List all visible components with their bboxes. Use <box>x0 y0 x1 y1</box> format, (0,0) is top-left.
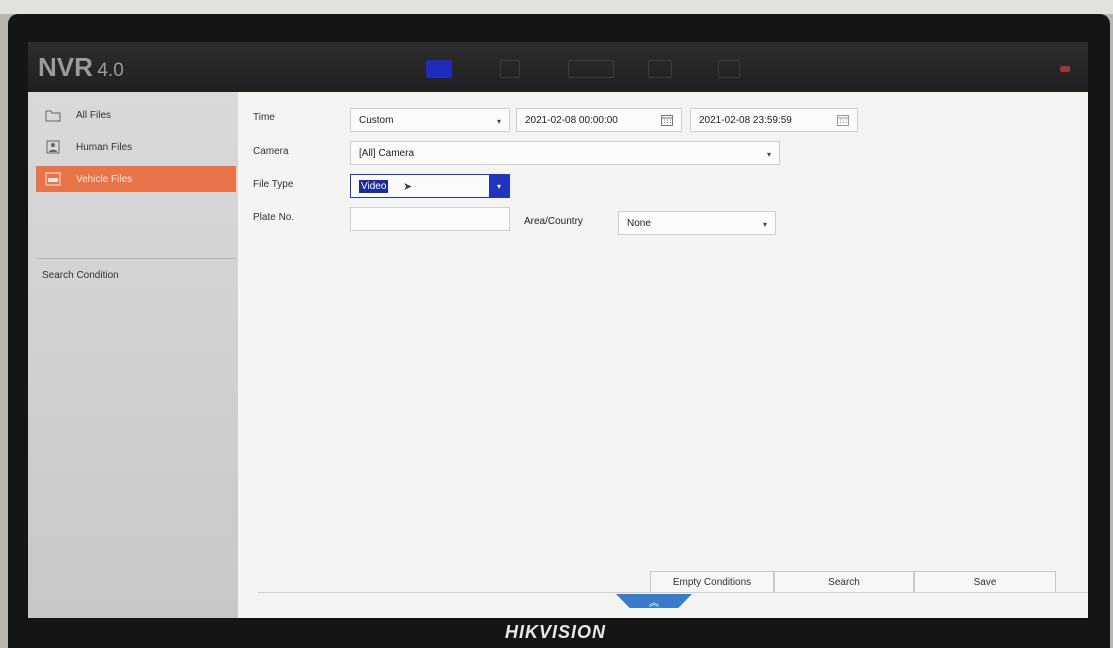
area-country-value: None <box>627 217 651 229</box>
sidebar-item-all-files[interactable]: All Files <box>36 102 236 128</box>
area-country-select[interactable]: None ▾ <box>618 211 776 235</box>
camera-select[interactable]: [All] Camera ▾ <box>350 141 780 165</box>
camera-value: [All] Camera <box>359 147 415 159</box>
save-button[interactable]: Save <box>914 571 1056 593</box>
sidebar-divider <box>36 258 236 259</box>
playback-icon[interactable] <box>500 60 520 78</box>
calendar-icon[interactable] <box>837 114 849 129</box>
plate-no-label: Plate No. <box>253 212 295 223</box>
plate-no-input[interactable] <box>350 207 510 231</box>
mouse-cursor-icon: ➤ <box>403 181 413 193</box>
vehicle-icon <box>44 172 62 186</box>
chevron-down-icon: ▾ <box>496 117 501 126</box>
wall-background <box>0 0 1113 14</box>
camera-label: Camera <box>253 146 289 157</box>
exit-icon[interactable] <box>1060 66 1070 72</box>
time-mode-select[interactable]: Custom ▾ <box>350 108 510 132</box>
sidebar-item-label: All Files <box>76 109 112 121</box>
start-time-value: 2021-02-08 00:00:00 <box>525 114 618 126</box>
collapse-panel-button[interactable]: ︽ <box>616 594 692 608</box>
chevron-down-icon: ▾ <box>762 220 767 229</box>
monitor-brand: HIKVISION <box>505 622 607 642</box>
chevron-up-icon: ︽ <box>649 597 659 609</box>
live-view-icon[interactable] <box>426 60 452 78</box>
file-type-value: Video <box>359 179 389 193</box>
file-type-select[interactable]: Video ➤ ▾ <box>350 174 510 198</box>
end-time-field[interactable]: 2021-02-08 23:59:59 <box>690 108 858 132</box>
config-icon[interactable] <box>718 60 740 78</box>
end-time-value: 2021-02-08 23:59:59 <box>699 114 792 126</box>
nvr-logo: NVR 4.0 <box>38 52 124 83</box>
calendar-icon[interactable] <box>661 114 673 129</box>
search-button[interactable]: Search <box>774 571 914 593</box>
bottom-divider <box>258 592 1088 593</box>
time-mode-value: Custom <box>359 114 394 126</box>
sidebar-item-human-files[interactable]: Human Files <box>36 134 236 160</box>
chevron-down-icon: ▾ <box>766 150 771 159</box>
top-bar: NVR 4.0 <box>28 42 1088 92</box>
file-type-label: File Type <box>253 179 294 190</box>
sidebar: All Files Human Files Vehicle Files Sear… <box>28 92 238 618</box>
person-icon <box>44 140 62 154</box>
empty-conditions-button[interactable]: Empty Conditions <box>650 571 774 593</box>
time-label: Time <box>253 112 275 123</box>
sidebar-item-label: Human Files <box>76 141 133 153</box>
file-management-icon[interactable] <box>568 60 614 78</box>
logo-product: NVR <box>38 52 93 82</box>
logo-version: 4.0 <box>97 60 124 81</box>
storage-icon[interactable] <box>648 60 672 78</box>
nvr-screen: NVR 4.0 All Files Human Files Vehicle Fi… <box>28 42 1088 618</box>
sidebar-item-label: Vehicle Files <box>76 173 133 185</box>
search-condition-heading: Search Condition <box>42 270 119 281</box>
area-country-label: Area/Country <box>524 216 583 227</box>
sidebar-item-vehicle-files[interactable]: Vehicle Files <box>36 166 236 192</box>
start-time-field[interactable]: 2021-02-08 00:00:00 <box>516 108 682 132</box>
folder-icon <box>44 108 62 122</box>
chevron-down-icon[interactable]: ▾ <box>489 175 509 197</box>
